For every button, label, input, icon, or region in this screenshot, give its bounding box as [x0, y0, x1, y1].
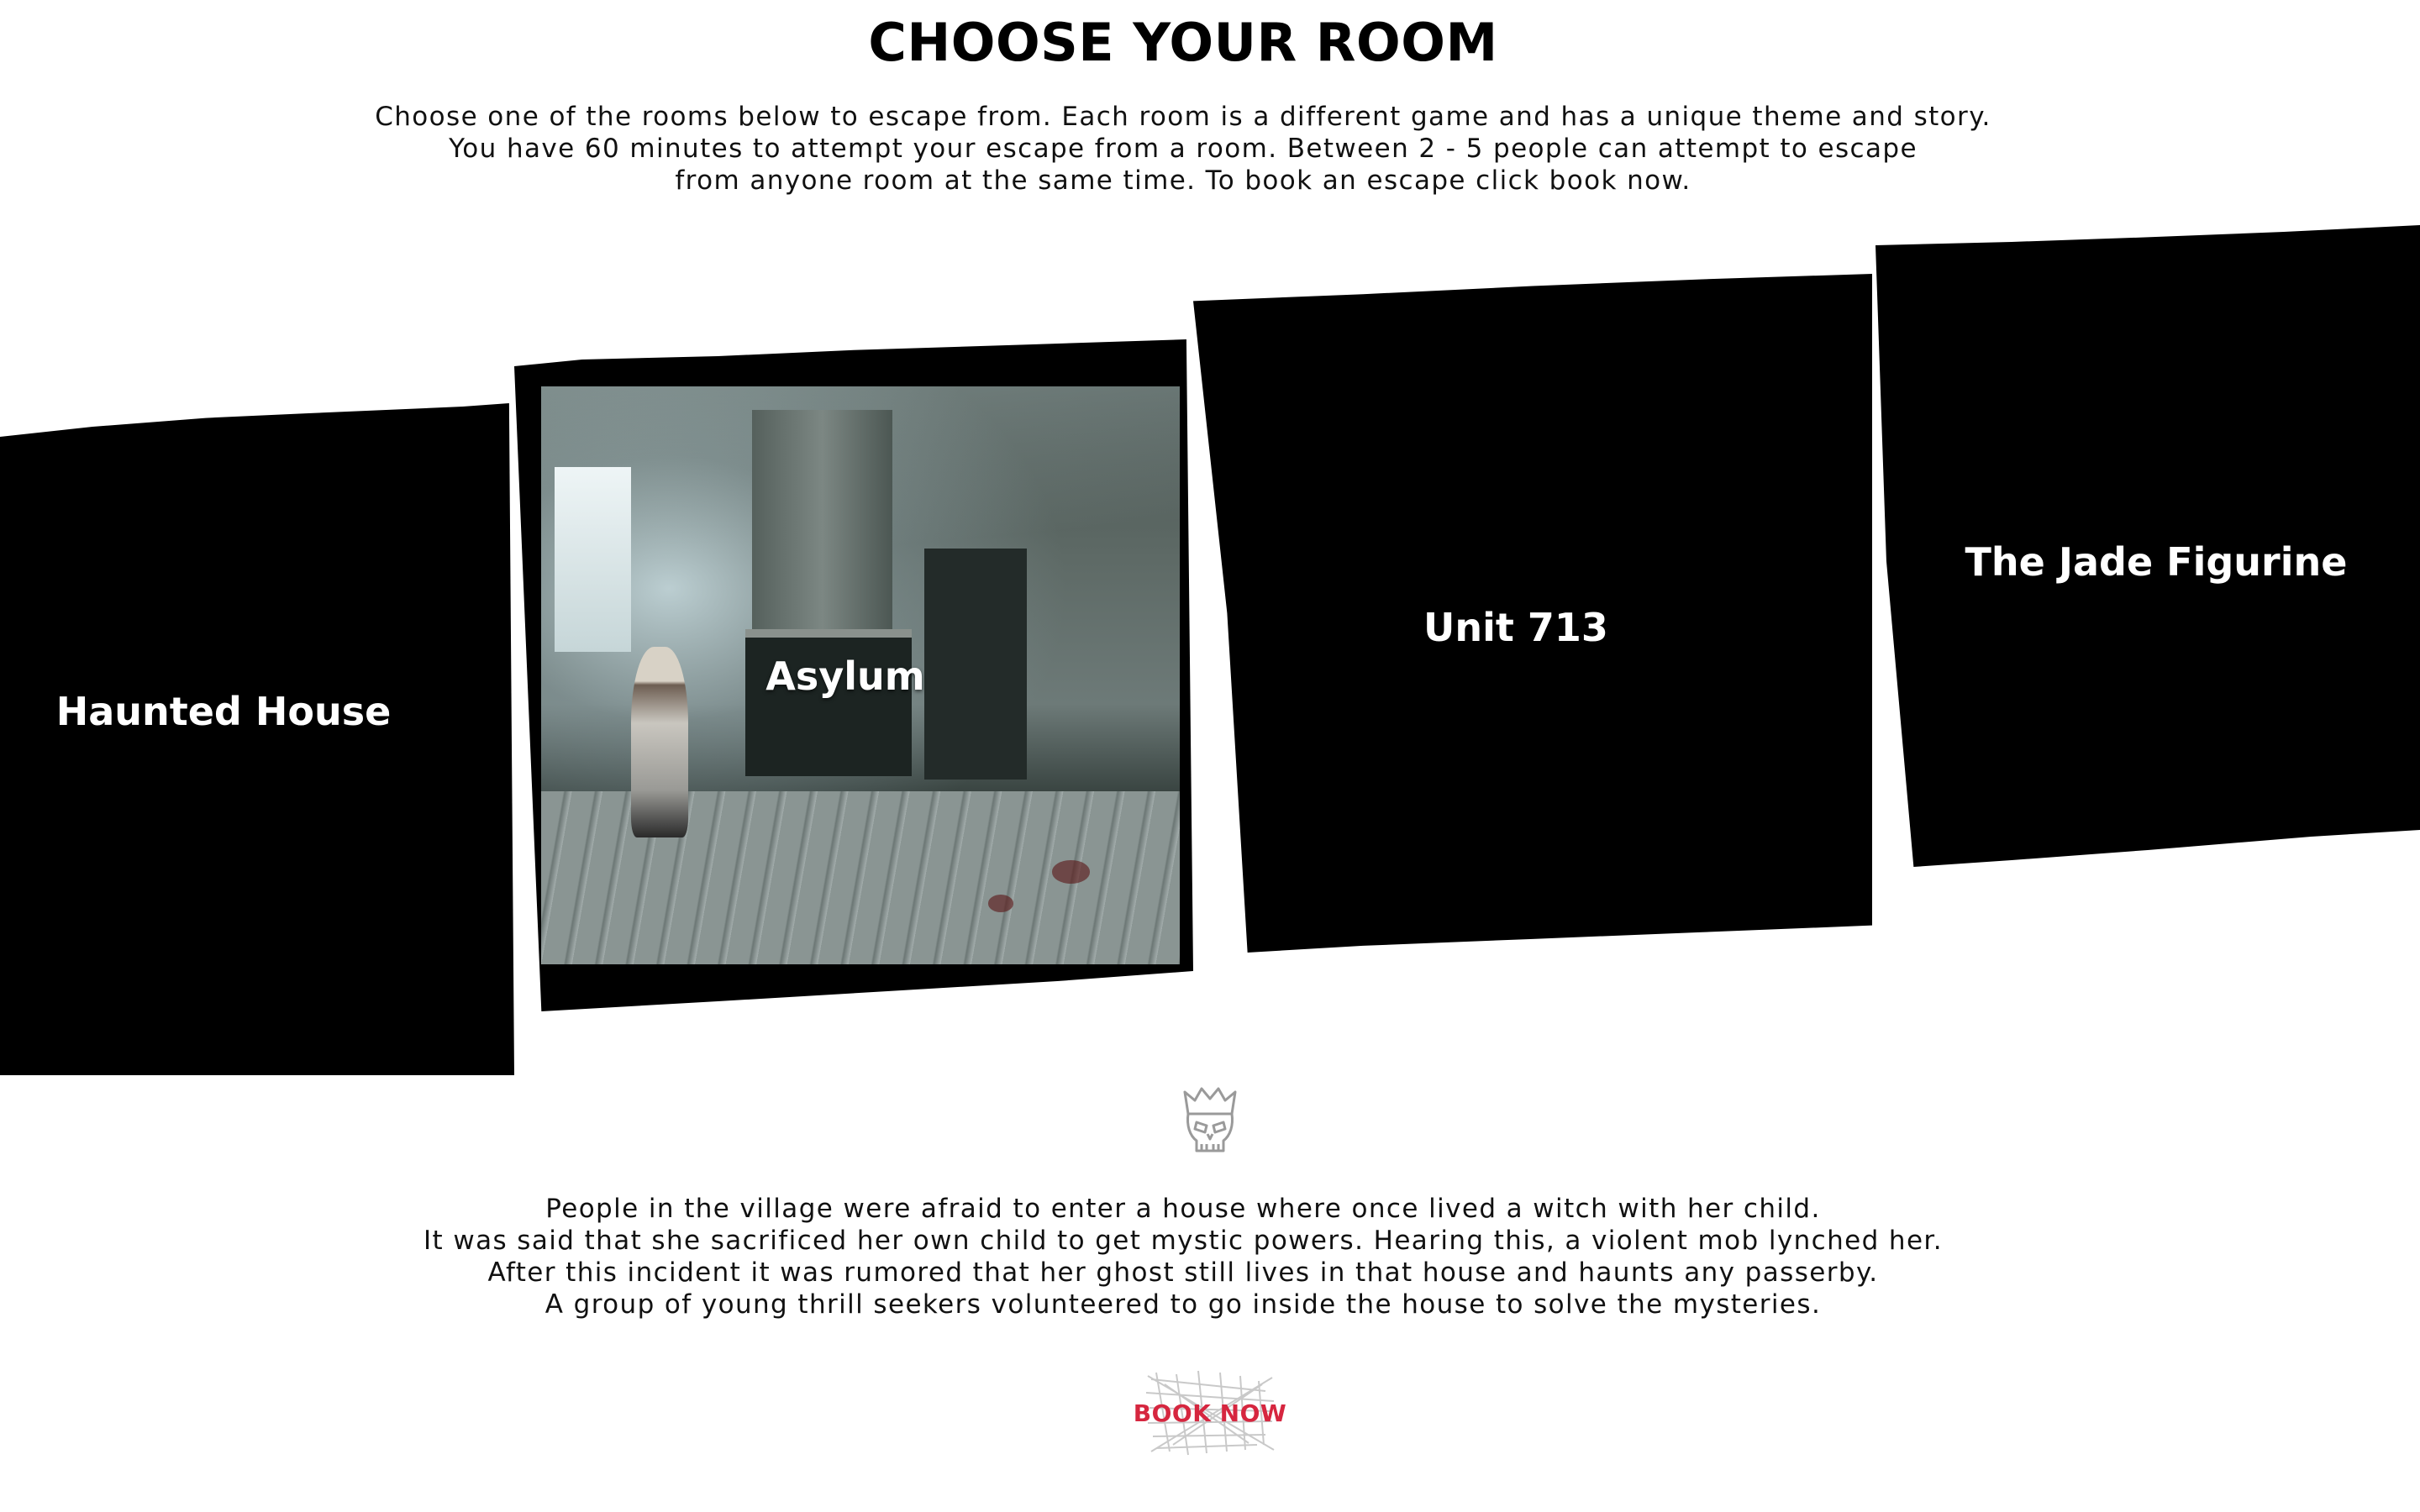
- description-line: After this incident it was rumored that …: [487, 1257, 1879, 1288]
- room-card-jade-figurine[interactable]: The Jade Figurine: [1876, 225, 2420, 867]
- book-now-label: BOOK NOW: [1133, 1399, 1287, 1427]
- room-name: Asylum: [765, 654, 925, 699]
- room-name: Haunted House: [55, 689, 392, 734]
- description-line: People in the village were afraid to ent…: [545, 1194, 1821, 1224]
- description-line: It was said that she sacrificed her own …: [424, 1226, 1943, 1256]
- book-now-button[interactable]: BOOK NOW: [1134, 1368, 1286, 1458]
- room-name: The Jade Figurine: [1965, 539, 2348, 585]
- fireplace: [745, 628, 912, 777]
- room-card-unit-713[interactable]: Unit 713: [1193, 274, 1872, 953]
- room-card-asylum[interactable]: Asylum: [514, 339, 1193, 1011]
- room-card-haunted-house[interactable]: Haunted House: [0, 403, 514, 1075]
- description-line: A group of young thrill seekers voluntee…: [544, 1289, 1822, 1320]
- window: [554, 467, 631, 653]
- skull-icon: [1183, 1087, 1237, 1152]
- room-name: Unit 713: [1423, 605, 1608, 650]
- room-description: People in the village were afraid to ent…: [343, 1193, 2023, 1320]
- stain: [1051, 860, 1091, 884]
